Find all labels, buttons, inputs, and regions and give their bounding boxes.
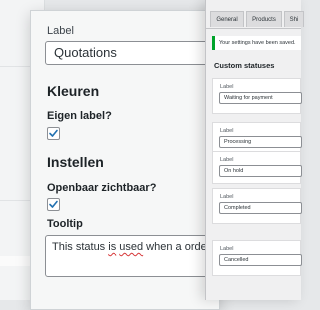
status-card: Label Waiting for payment [212,78,302,114]
label-field-label: Label [47,25,74,37]
status-label: Label [220,157,234,163]
colors-heading: Kleuren [47,83,100,99]
status-card: Label On hold [212,151,302,184]
settings-heading: Instellen [47,154,104,170]
tooltip-textarea[interactable]: This status is used when a orde [45,235,221,277]
status-card: Label Cancelled [212,240,302,276]
status-label: Label [220,194,234,200]
settings-tabs: General Products Shi [206,8,304,29]
checkmark-icon [49,129,58,137]
label-input[interactable]: Quotations [45,41,221,65]
status-label: Label [220,246,234,252]
tab-general[interactable]: General [210,11,244,27]
status-input[interactable]: On hold [219,165,302,177]
status-label: Label [220,84,234,90]
tooltip-text: when a orde [143,241,207,253]
status-input[interactable]: Completed [219,202,302,214]
tooltip-misspelled-word: is [108,241,117,253]
settings-panel: General Products Shi Your settings have … [205,0,304,300]
tooltip-label: Tooltip [47,218,83,230]
tooltip-misspelled-word: used [119,241,144,253]
public-visible-question: Openbaar zichtbaar? [47,182,157,194]
tab-shipping[interactable]: Shi [284,11,304,27]
tooltip-text: This status [52,241,109,253]
status-input[interactable]: Processing [219,136,302,148]
public-visible-checkbox[interactable] [47,198,60,211]
custom-label-checkbox[interactable] [47,127,60,140]
status-input[interactable]: Waiting for payment [219,92,302,104]
custom-label-question: Eigen label? [47,110,112,122]
status-card: Label Completed [212,188,302,224]
status-input[interactable]: Cancelled [219,254,302,266]
status-edit-panel: Label Quotations Kleuren Eigen label? In… [30,10,221,310]
settings-saved-notice: Your settings have been saved. [212,36,301,50]
status-label: Label [220,128,234,134]
tab-products[interactable]: Products [246,11,282,27]
custom-statuses-title: Custom statuses [214,61,275,70]
checkmark-icon [49,200,58,208]
